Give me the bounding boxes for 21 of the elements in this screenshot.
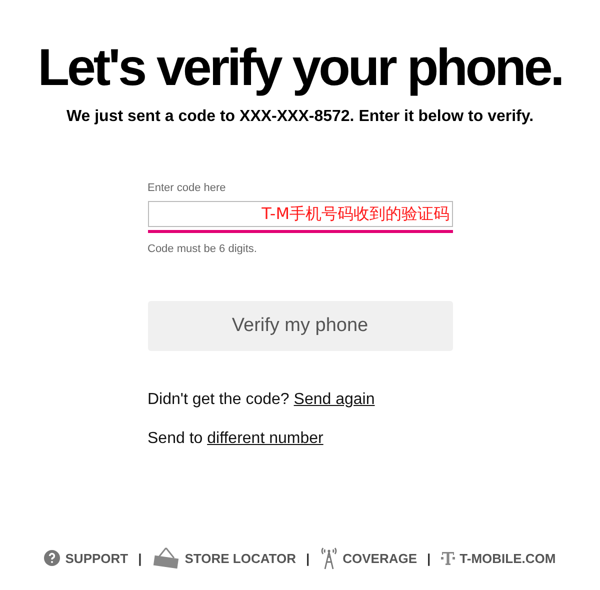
send-to-text: Send to — [148, 430, 203, 447]
signal-tower-icon — [320, 546, 338, 570]
footer-link[interactable]: SUPPORT — [44, 550, 128, 566]
page-heading: Let's verify your phone. — [38, 38, 562, 98]
store-sign-icon — [152, 546, 180, 570]
send-again-link[interactable]: Send again — [294, 391, 375, 408]
footer-link[interactable]: STORE LOCATOR — [152, 546, 296, 570]
code-input-field[interactable]: T-M手机号码收到的验证码 — [148, 201, 452, 227]
annotation-text: T-M手机号码收到的验证码 — [262, 204, 450, 224]
help-icon — [44, 550, 60, 566]
resend-text: Didn't get the code? — [148, 391, 290, 408]
field-label: Enter code here — [148, 182, 227, 194]
field-hint: Code must be 6 digits. — [148, 243, 258, 255]
brand-logo-icon — [440, 550, 455, 566]
footer-link[interactable]: COVERAGE — [320, 546, 418, 570]
separator-text: | — [306, 550, 310, 566]
different-number-link[interactable]: different number — [207, 430, 324, 447]
footer-link[interactable]: T-MOBILE.COM — [440, 550, 556, 566]
separator-text: | — [427, 550, 431, 566]
separator-text: | — [138, 550, 142, 566]
instruction-text: We just sent a code to XXX-XXX-8572. Enter it below to verify. — [66, 108, 534, 126]
